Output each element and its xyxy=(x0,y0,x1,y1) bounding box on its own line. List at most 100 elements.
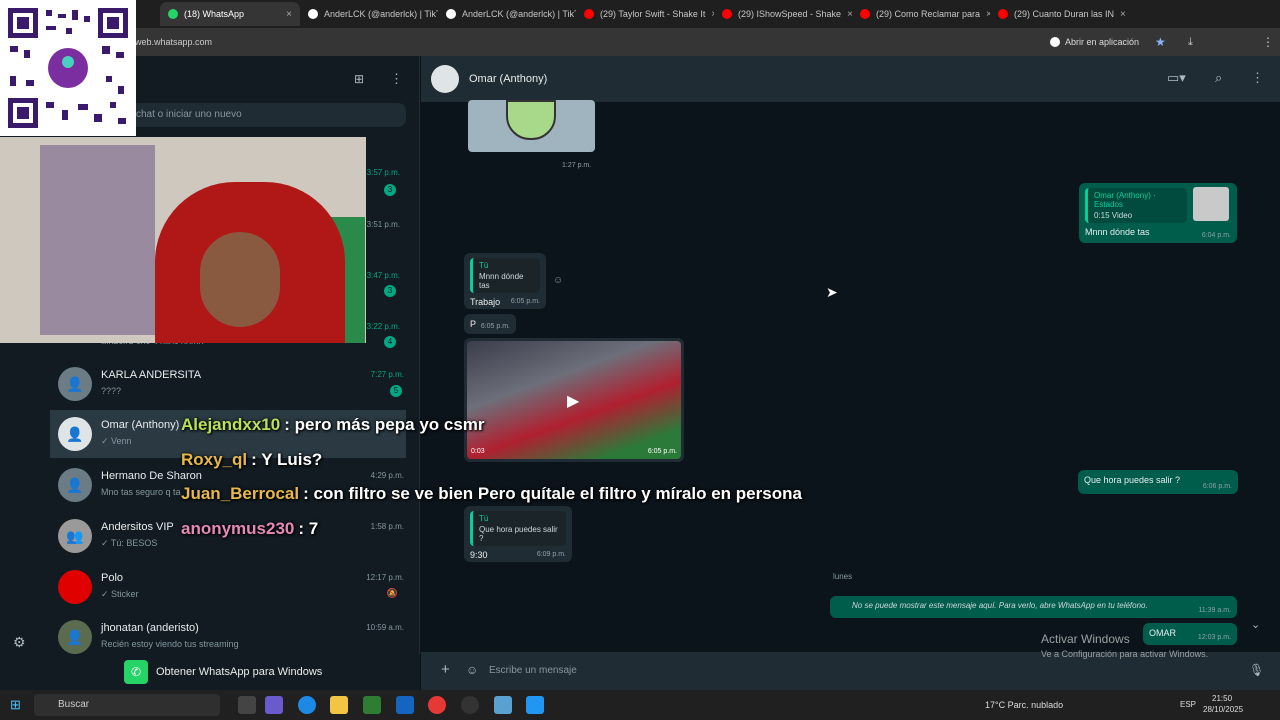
reply-message-trabajo[interactable]: Tú Mnnn dónde tas Trabajo 6:05 p.m. xyxy=(464,253,546,309)
message-time: 6:05 p.m. xyxy=(510,298,540,305)
message-time: 11:39 a.m. xyxy=(1198,607,1231,614)
video-call-icon[interactable]: ▭▾ xyxy=(1167,70,1186,86)
message-que-hora[interactable]: Que hora puedes salir ? 6:06 p.m. xyxy=(1078,470,1238,494)
conversation-header[interactable]: Omar (Anthony) ▭▾ ⌕ ⋮ xyxy=(421,56,1280,102)
partial-row-3[interactable]: 3:47 p.m. 3 xyxy=(360,271,400,297)
chat-time: 7:27 p.m. xyxy=(370,370,404,379)
partial-row-2[interactable]: 3:51 p.m. xyxy=(360,220,400,229)
sticker-image[interactable] xyxy=(468,100,595,152)
tab-label: (29) Como Reclamar para xyxy=(876,9,981,19)
copilot-icon[interactable] xyxy=(265,696,283,714)
close-tab-icon[interactable]: × xyxy=(1120,9,1126,20)
reply-message-930[interactable]: Tú Que hora puedes salir ? 9:30 6:09 p.m… xyxy=(464,506,572,562)
chat-message: : con filtro se ve bien Pero quítale el … xyxy=(303,484,802,503)
status-thumbnail xyxy=(1193,187,1229,221)
chat-preview: Mno tas seguro q ta xyxy=(101,487,181,497)
chat-name: Polo xyxy=(101,572,124,584)
menu-icon[interactable]: ⋮ xyxy=(1251,70,1264,86)
tab-favicon-icon xyxy=(722,9,732,19)
quote-author: Omar (Anthony) · Estados xyxy=(1094,191,1156,209)
message-input[interactable]: Escribe un mensaje xyxy=(483,658,1243,684)
app-icon[interactable] xyxy=(494,696,512,714)
unsupported-message[interactable]: No se puede mostrar este mensaje aquí. P… xyxy=(830,596,1237,618)
browser-tab[interactable]: AnderLCK (@anderlck) | TikTok× xyxy=(300,2,438,26)
partial-row-4[interactable]: 3:22 p.m. 4 xyxy=(360,322,400,348)
bookmark-star-icon[interactable]: ★ xyxy=(1155,35,1166,49)
emoji-icon[interactable]: ☺ xyxy=(466,663,478,677)
start-icon[interactable]: ⊞ xyxy=(10,697,21,713)
clock-time[interactable]: 21:50 xyxy=(1212,694,1232,703)
unread-badge: 5 xyxy=(390,385,402,397)
partial-row-1[interactable]: 3:57 p.m. 3 xyxy=(360,168,400,196)
open-in-app-label: Abrir en aplicación xyxy=(1065,37,1140,47)
microphone-icon[interactable]: 🎙 xyxy=(1249,663,1264,677)
search-input[interactable]: chat o iniciar uno nuevo xyxy=(130,103,406,127)
store-icon[interactable] xyxy=(363,696,381,714)
stream-chat-line: Alejandxx10: pero más pepa yo csmr xyxy=(181,415,485,435)
chat-time: 12:17 p.m. xyxy=(366,573,404,582)
chat-row-polo[interactable]: Polo ✓ Sticker 12:17 p.m. 🔕 xyxy=(50,563,406,611)
browser-tab[interactable]: (18) WhatsApp × xyxy=(160,2,300,26)
mouse-cursor-icon: ➤ xyxy=(826,284,838,300)
menu-dots-icon[interactable]: ⋮ xyxy=(1262,35,1274,49)
tab-label: AnderLCK (@anderlck) | TikTok xyxy=(462,9,576,19)
close-tab-icon[interactable]: × xyxy=(286,9,292,20)
settings-icon[interactable]: ⚙ xyxy=(13,634,26,651)
chat-name: Hermano De Sharon xyxy=(101,470,202,482)
scroll-down-icon[interactable]: ⌄ xyxy=(1251,618,1260,631)
outlook-icon[interactable] xyxy=(396,696,414,714)
obs-icon[interactable] xyxy=(461,696,479,714)
message-time: 6:09 p.m. xyxy=(536,551,566,558)
avatar: 👥 xyxy=(58,519,92,553)
address-bar[interactable]: web.whatsapp.com Abrir en aplicación ★ ⤓… xyxy=(0,28,1280,56)
chat-message: : pero más pepa yo csmr xyxy=(284,415,485,434)
chrome-icon[interactable] xyxy=(428,696,446,714)
message-p[interactable]: P 6:05 p.m. xyxy=(464,314,516,334)
emoji-react-icon[interactable]: ☺ xyxy=(553,275,563,286)
language-indicator[interactable]: ESP xyxy=(1180,700,1196,709)
file-explorer-icon[interactable] xyxy=(330,696,348,714)
status-reply-message[interactable]: Omar (Anthony) · Estados 0:15 Video Mnnn… xyxy=(1079,183,1237,243)
browser-tab[interactable]: (29) IShowSpeed - Shake × xyxy=(714,2,852,26)
taskbar-search[interactable]: Buscar xyxy=(34,694,220,716)
get-windows-app-banner[interactable]: ✆ Obtener WhatsApp para Windows xyxy=(0,654,420,690)
download-icon[interactable]: ⤓ xyxy=(1188,36,1193,49)
chat-name: Omar (Anthony) xyxy=(101,419,180,431)
video-message[interactable]: ▶ 0:03 6:05 p.m. xyxy=(464,338,684,462)
clock-date[interactable]: 28/10/2025 xyxy=(1203,705,1243,714)
attach-plus-icon[interactable]: + xyxy=(441,661,450,678)
quote-text: 0:15 Video xyxy=(1094,211,1133,220)
search-icon[interactable]: ⌕ xyxy=(1215,70,1222,86)
edge-icon[interactable] xyxy=(298,696,316,714)
message-omar[interactable]: OMAR 12:03 p.m. xyxy=(1143,623,1237,645)
open-in-app-button[interactable]: Abrir en aplicación xyxy=(1050,37,1139,47)
app-icon xyxy=(1050,37,1060,47)
browser-tab-bar: (18) WhatsApp × AnderLCK (@anderlck) | Tik… xyxy=(0,0,1280,28)
chat-name: KARLA ANDERSITA xyxy=(101,369,202,381)
activate-windows-title: Activar Windows xyxy=(1041,632,1130,646)
contact-name[interactable]: Omar (Anthony) xyxy=(469,73,547,85)
play-icon[interactable]: ▶ xyxy=(567,391,579,411)
video-thumbnail[interactable]: ▶ 0:03 6:05 p.m. xyxy=(467,341,681,459)
message-time: 1:27 p.m. xyxy=(562,162,592,169)
browser-tab[interactable]: AnderLCK (@anderlck) | TikTok× xyxy=(438,2,576,26)
conversation-panel: Omar (Anthony) ▭▾ ⌕ ⋮ 1:27 p.m. Omar (An… xyxy=(421,56,1280,690)
menu-icon[interactable]: ⋮ xyxy=(390,71,403,87)
task-view-icon[interactable] xyxy=(238,696,256,714)
chat-row-karla[interactable]: 👤 KARLA ANDERSITA???? 7:27 p.m. 5 xyxy=(50,360,406,408)
tab-label: (18) WhatsApp xyxy=(184,9,245,19)
browser-tab[interactable]: (29) Taylor Swift - Shake It× xyxy=(576,2,714,26)
browser-tab[interactable]: (29) Como Reclamar para × xyxy=(852,2,990,26)
app-icon[interactable] xyxy=(526,696,544,714)
url-text[interactable]: web.whatsapp.com xyxy=(135,37,212,47)
contact-avatar[interactable] xyxy=(431,65,459,93)
weather-widget[interactable]: 17°C Parc. nublado xyxy=(985,700,1063,710)
video-duration: 0:03 xyxy=(471,448,485,455)
quote-author: Tú xyxy=(479,514,489,523)
chat-preview: ✓ Tú: BESOS xyxy=(101,538,158,548)
browser-tab[interactable]: (29) Cuanto Duran las IN × xyxy=(990,2,1130,26)
webcam-face xyxy=(200,232,280,327)
whatsapp-icon: ✆ xyxy=(124,660,148,684)
new-chat-icon[interactable]: ⊞ xyxy=(354,72,364,86)
avatar xyxy=(58,570,92,604)
